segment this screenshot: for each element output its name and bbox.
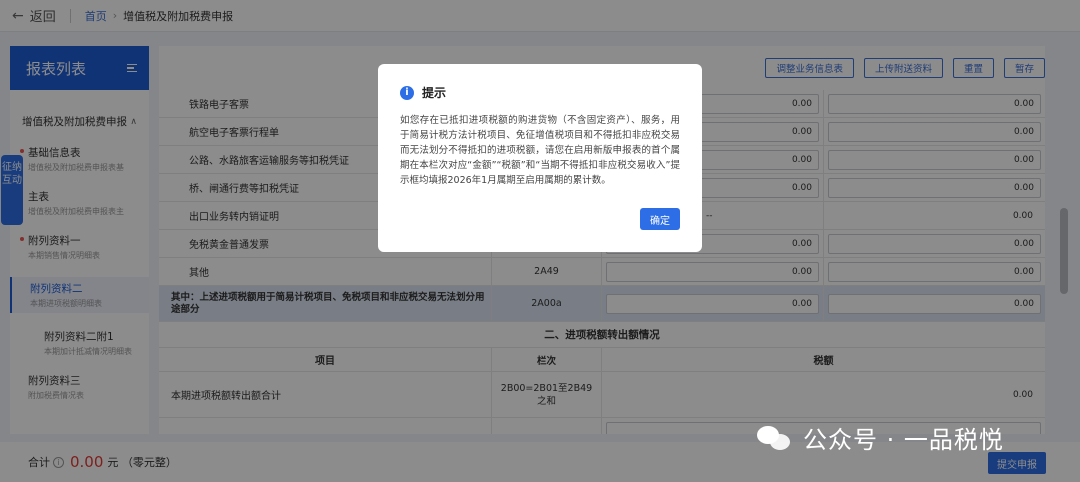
- watermark: 公众号 · 一品税悦: [757, 420, 1004, 455]
- hint-modal: i 提示 如您存在已抵扣进项税额的购进货物（不含固定资产）、服务，用于简易计税方…: [378, 64, 702, 252]
- watermark-text: 公众号 · 一品税悦: [803, 426, 1004, 454]
- modal-header: i 提示: [400, 84, 680, 101]
- modal-title: 提示: [422, 86, 447, 100]
- info-icon: i: [400, 85, 414, 100]
- wechat-icon: [757, 424, 793, 452]
- modal-message: 如您存在已抵扣进项税额的购进货物（不含固定资产）、服务，用于简易计税方法计税项目…: [400, 115, 680, 186]
- confirm-button[interactable]: 确定: [640, 208, 680, 230]
